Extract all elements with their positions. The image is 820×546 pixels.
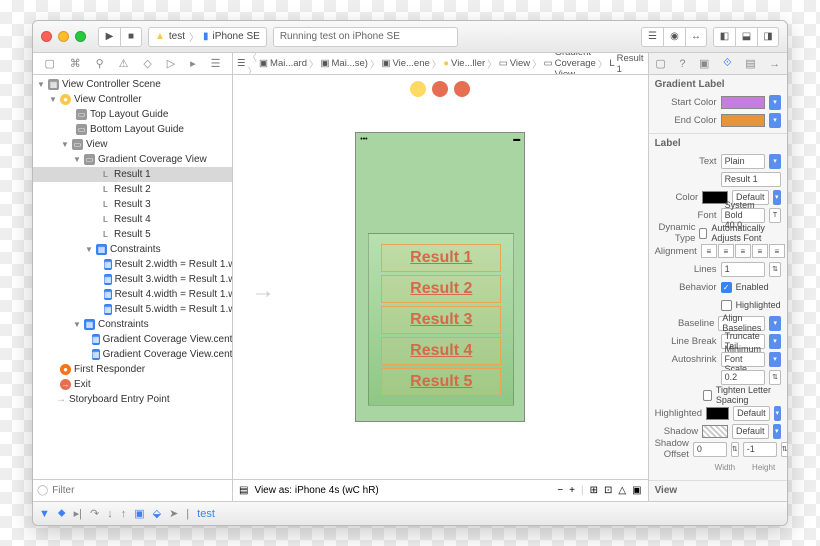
result-label[interactable]: Result 1 <box>381 244 501 272</box>
step-over-icon[interactable]: ↷ <box>90 507 99 520</box>
inspector-tabs[interactable]: ▢? ▣ ⟐ ▤ → <box>649 53 787 75</box>
breakpoints-icon[interactable]: ⬥ <box>58 507 66 520</box>
navigator-panel: ▢ ⌘ ⚲ ⚠ ◇ ▷ ▸ ☰ ▼▦View Controller Scene ▼●View … <box>33 53 233 501</box>
scale-field[interactable]: 0.2 <box>721 370 765 385</box>
stepper[interactable]: ⇅ <box>769 262 781 277</box>
minimize-icon[interactable] <box>58 31 69 42</box>
step-out-icon[interactable]: ↑ <box>121 508 127 520</box>
outline-toggle-icon[interactable]: ▤ <box>239 485 248 496</box>
warning-icon: ⚠ <box>119 57 129 70</box>
filter-input[interactable] <box>52 485 228 496</box>
text-type-select[interactable]: Plain <box>721 154 765 169</box>
stop-button[interactable]: ■ <box>120 27 142 47</box>
jump-bar[interactable]: ☰〈 〉 ▣ Mai...ard〉 ▣ Mai...se)〉 ▣ Vie...e… <box>233 53 648 75</box>
step-into-icon[interactable]: ↓ <box>107 508 113 520</box>
scheme-target: test <box>169 31 185 42</box>
resolve-icon[interactable]: △ <box>618 485 626 496</box>
filter-icon: ◯ <box>37 485 48 496</box>
result-label[interactable]: Result 3 <box>381 306 501 334</box>
folder-icon: ▢ <box>44 57 54 70</box>
ib-canvas[interactable]: → •••▬ Result 1 Result 2 Result 3 Result… <box>233 75 648 479</box>
result-label[interactable]: Result 2 <box>381 275 501 303</box>
filter-bar[interactable]: ◯ <box>33 479 232 501</box>
stepper[interactable]: ⇅ <box>769 370 781 385</box>
assistant-editor-button[interactable]: ◉ <box>663 27 685 47</box>
autoshrink-select[interactable]: Minimum Font Scale <box>721 352 766 367</box>
scene-dock-icon[interactable] <box>432 81 448 97</box>
toggle-debug-button[interactable]: ⬓ <box>735 27 757 47</box>
connections-inspector-icon: → <box>769 58 780 70</box>
tree-row-selected: LResult 1 <box>33 167 232 182</box>
lines-field[interactable]: 1 <box>721 262 765 277</box>
close-icon[interactable] <box>41 31 52 42</box>
enabled-checkbox[interactable]: ✓ <box>721 282 732 293</box>
view-debug-icon[interactable]: ▣ <box>134 507 144 520</box>
highlighted-color[interactable]: Default <box>733 406 770 421</box>
font-field[interactable]: System Bold 40.0 <box>721 208 765 223</box>
alignment-buttons[interactable]: ≡≡≡≡≡ <box>701 244 785 258</box>
xcode-window: ▶ ■ ▲ test 〉 ▮ iPhone SE Running test on… <box>32 20 788 526</box>
zoom-in-button[interactable]: + <box>569 485 575 496</box>
debug-icon: ▷ <box>167 57 175 70</box>
inspector-panel: ▢?▣⟐▤→ Gradient Label Start Color▾ End C… <box>648 53 787 501</box>
scheme-selector[interactable]: ▲ test 〉 ▮ iPhone SE <box>148 27 267 47</box>
pin-icon[interactable]: ⊡ <box>604 485 612 496</box>
align-icon[interactable]: ⊞ <box>590 485 598 496</box>
zoom-out-button[interactable]: − <box>557 485 563 496</box>
toggle-debug-icon[interactable]: ▼ <box>39 508 50 520</box>
toolbar: ▶ ■ ▲ test 〉 ▮ iPhone SE Running test on… <box>33 21 787 53</box>
shadow-height[interactable]: -1 <box>743 442 777 457</box>
result-label[interactable]: Result 5 <box>381 368 501 396</box>
memory-icon[interactable]: ⬙ <box>153 507 161 520</box>
breakpoint-icon: ▸ <box>190 57 196 70</box>
view-as-label[interactable]: View as: iPhone 4s (wC hR) <box>254 485 378 496</box>
run-button[interactable]: ▶ <box>98 27 120 47</box>
gradient-coverage-view[interactable]: Result 1 Result 2 Result 3 Result 4 Resu… <box>368 233 514 406</box>
file-inspector-icon: ▢ <box>655 57 665 70</box>
shadow-color[interactable]: Default <box>732 424 769 439</box>
standard-editor-button[interactable]: ☰ <box>641 27 663 47</box>
debug-bar: ▼ ⬥ ▸| ↷ ↓ ↑ ▣ ⬙ ➤ | test <box>33 501 787 525</box>
toggle-inspector-button[interactable]: ◨ <box>757 27 779 47</box>
result-label[interactable]: Result 4 <box>381 337 501 365</box>
editor-area: ☰〈 〉 ▣ Mai...ard〉 ▣ Mai...se)〉 ▣ Vie...e… <box>233 53 648 501</box>
baseline-select[interactable]: Align Baselines <box>718 316 765 331</box>
canvas-bottom-bar: ▤ View as: iPhone 4s (wC hR) − + | ⊞ ⊡ △… <box>233 479 648 501</box>
segue-arrow-icon: → <box>251 277 275 305</box>
scene-dock-icon[interactable] <box>454 81 470 97</box>
outline-tree[interactable]: ▼▦View Controller Scene ▼●View Controlle… <box>33 75 232 479</box>
text-field[interactable]: Result 1 <box>721 172 781 187</box>
device-preview[interactable]: •••▬ Result 1 Result 2 Result 3 Result 4… <box>355 132 525 422</box>
test-icon: ◇ <box>143 57 151 70</box>
continue-icon[interactable]: ▸| <box>74 507 82 520</box>
scheme-device: iPhone SE <box>213 31 260 42</box>
report-icon: ☰ <box>211 57 221 70</box>
dynamic-type-checkbox[interactable] <box>699 228 707 239</box>
zoom-icon[interactable] <box>75 31 86 42</box>
help-inspector-icon: ? <box>679 58 685 70</box>
highlighted-checkbox[interactable] <box>721 300 732 311</box>
font-picker-button[interactable]: T <box>769 208 781 223</box>
size-inspector-icon: ▤ <box>745 57 755 70</box>
search-icon: ⚲ <box>96 57 104 70</box>
attributes-inspector-icon: ⟐ <box>723 57 732 70</box>
scene-dock-icon[interactable] <box>410 81 426 97</box>
symbol-icon: ⌘ <box>70 57 81 70</box>
embed-icon[interactable]: ▣ <box>632 485 641 496</box>
process-label[interactable]: test <box>197 508 215 520</box>
toggle-navigator-button[interactable]: ◧ <box>713 27 735 47</box>
version-editor-button[interactable]: ↔ <box>685 27 707 47</box>
navigator-tabs[interactable]: ▢ ⌘ ⚲ ⚠ ◇ ▷ ▸ ☰ <box>33 53 232 75</box>
activity-viewer: Running test on iPhone SE <box>273 27 458 47</box>
location-icon[interactable]: ➤ <box>169 507 178 520</box>
identity-inspector-icon: ▣ <box>699 57 709 70</box>
shadow-width[interactable]: 0 <box>693 442 727 457</box>
tighten-checkbox[interactable] <box>703 390 712 401</box>
